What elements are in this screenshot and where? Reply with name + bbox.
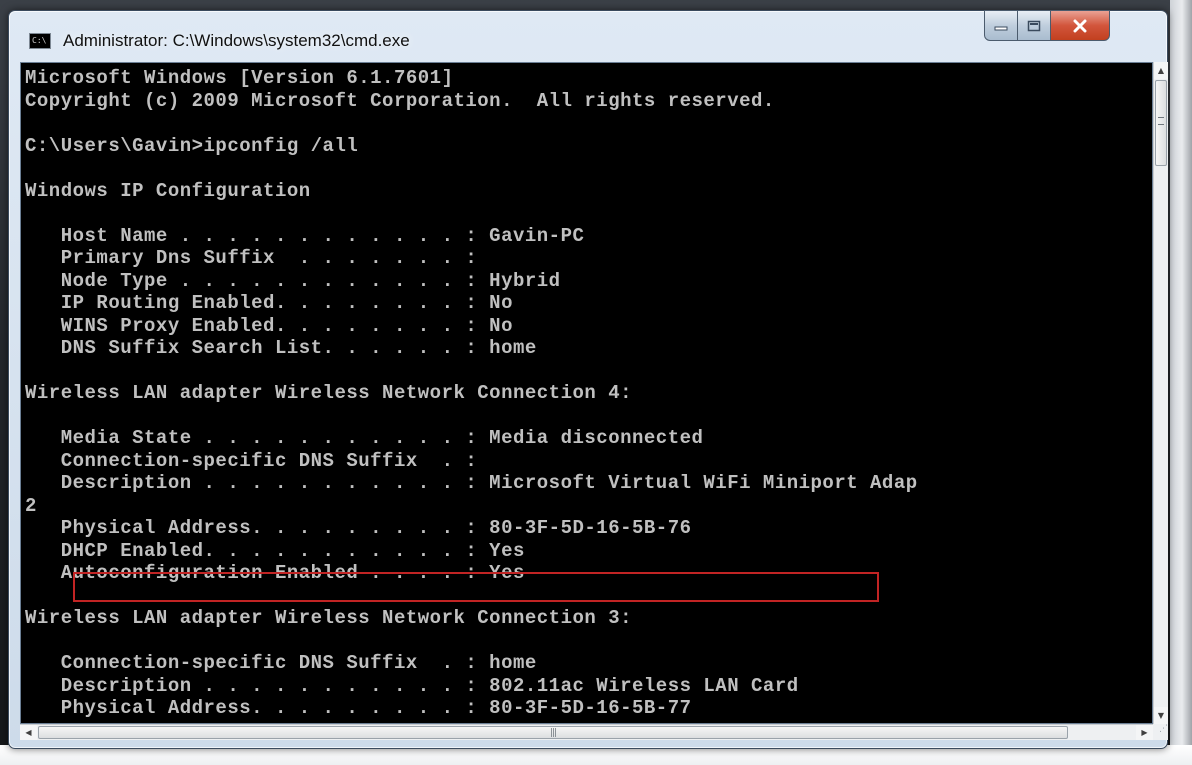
console-output-area[interactable]: Microsoft Windows [Version 6.1.7601] Copy… <box>20 62 1153 724</box>
background-window-edge <box>1170 0 1192 765</box>
console-line: WINS Proxy Enabled. . . . . . . . : No <box>25 314 513 337</box>
arrow-down-icon: ▼ <box>1157 711 1165 720</box>
grip-icon: ||| <box>549 727 557 738</box>
console-line: DNS Suffix Search List. . . . . . : home <box>25 337 537 359</box>
minimize-icon <box>994 26 1008 30</box>
window-title: Administrator: C:\Windows\system32\cmd.e… <box>63 31 410 50</box>
title-bar[interactable]: C:\ Administrator: C:\Windows\system32\c… <box>9 10 1167 61</box>
horizontal-scrollbar[interactable]: ◀ ||| ▶ <box>20 724 1153 740</box>
resize-grip[interactable]: ⋰ <box>1153 724 1168 740</box>
vertical-scroll-thumb[interactable] <box>1155 80 1167 166</box>
scroll-down-button[interactable]: ▼ <box>1154 707 1168 724</box>
console-line: 2 <box>25 494 37 517</box>
console-line: Media State . . . . . . . . . . . : Medi… <box>25 427 704 449</box>
console-line: Primary Dns Suffix . . . . . . . : <box>25 247 478 269</box>
console-line: Description . . . . . . . . . . . : 802.… <box>25 674 799 697</box>
console-line: Physical Address. . . . . . . . . : 80-3… <box>25 697 692 719</box>
console-line: Microsoft Windows [Version 6.1.7601] <box>25 67 454 89</box>
arrow-right-icon: ▶ <box>1141 728 1148 737</box>
minimize-button[interactable] <box>984 10 1018 41</box>
cmd-window: C:\ Administrator: C:\Windows\system32\c… <box>8 10 1168 749</box>
console-line-highlighted: Physical Address. . . . . . . . . : 80-3… <box>25 517 692 539</box>
scroll-left-button[interactable]: ◀ <box>20 725 37 740</box>
console-line: Description . . . . . . . . . . . : Micr… <box>25 472 918 494</box>
physical-address-highlight <box>73 572 879 602</box>
close-button[interactable] <box>1050 10 1110 41</box>
console-line: Windows IP Configuration <box>25 179 311 202</box>
grip-icon <box>1158 117 1164 125</box>
console-line: Wireless LAN adapter Wireless Network Co… <box>25 382 632 404</box>
console-line: Wireless LAN adapter Wireless Network Co… <box>25 607 632 629</box>
console-line: Connection-specific DNS Suffix . : home <box>25 652 537 674</box>
vertical-scrollbar[interactable]: ▲ ▼ <box>1153 62 1168 724</box>
close-icon <box>1073 19 1087 32</box>
console-text[interactable]: Microsoft Windows [Version 6.1.7601] Copy… <box>25 67 1151 719</box>
console-line: DHCP Enabled. . . . . . . . . . . : Yes <box>25 539 525 562</box>
console-line: Copyright (c) 2009 Microsoft Corporation… <box>25 89 775 112</box>
console-line: IP Routing Enabled. . . . . . . . : No <box>25 292 513 314</box>
arrow-left-icon: ◀ <box>25 728 32 737</box>
cmd-console-icon[interactable]: C:\ <box>29 33 51 49</box>
arrow-up-icon: ▲ <box>1157 66 1165 75</box>
console-line: C:\Users\Gavin>ipconfig /all <box>25 134 359 157</box>
console-line: Node Type . . . . . . . . . . . . : Hybr… <box>25 269 561 292</box>
scroll-right-button[interactable]: ▶ <box>1136 725 1153 740</box>
scroll-up-button[interactable]: ▲ <box>1154 62 1168 79</box>
console-line: Host Name . . . . . . . . . . . . : Gavi… <box>25 224 585 247</box>
maximize-button[interactable] <box>1017 10 1051 41</box>
maximize-icon <box>1027 20 1041 31</box>
horizontal-scroll-thumb[interactable]: ||| <box>38 726 1068 739</box>
console-line: Connection-specific DNS Suffix . : <box>25 449 478 472</box>
